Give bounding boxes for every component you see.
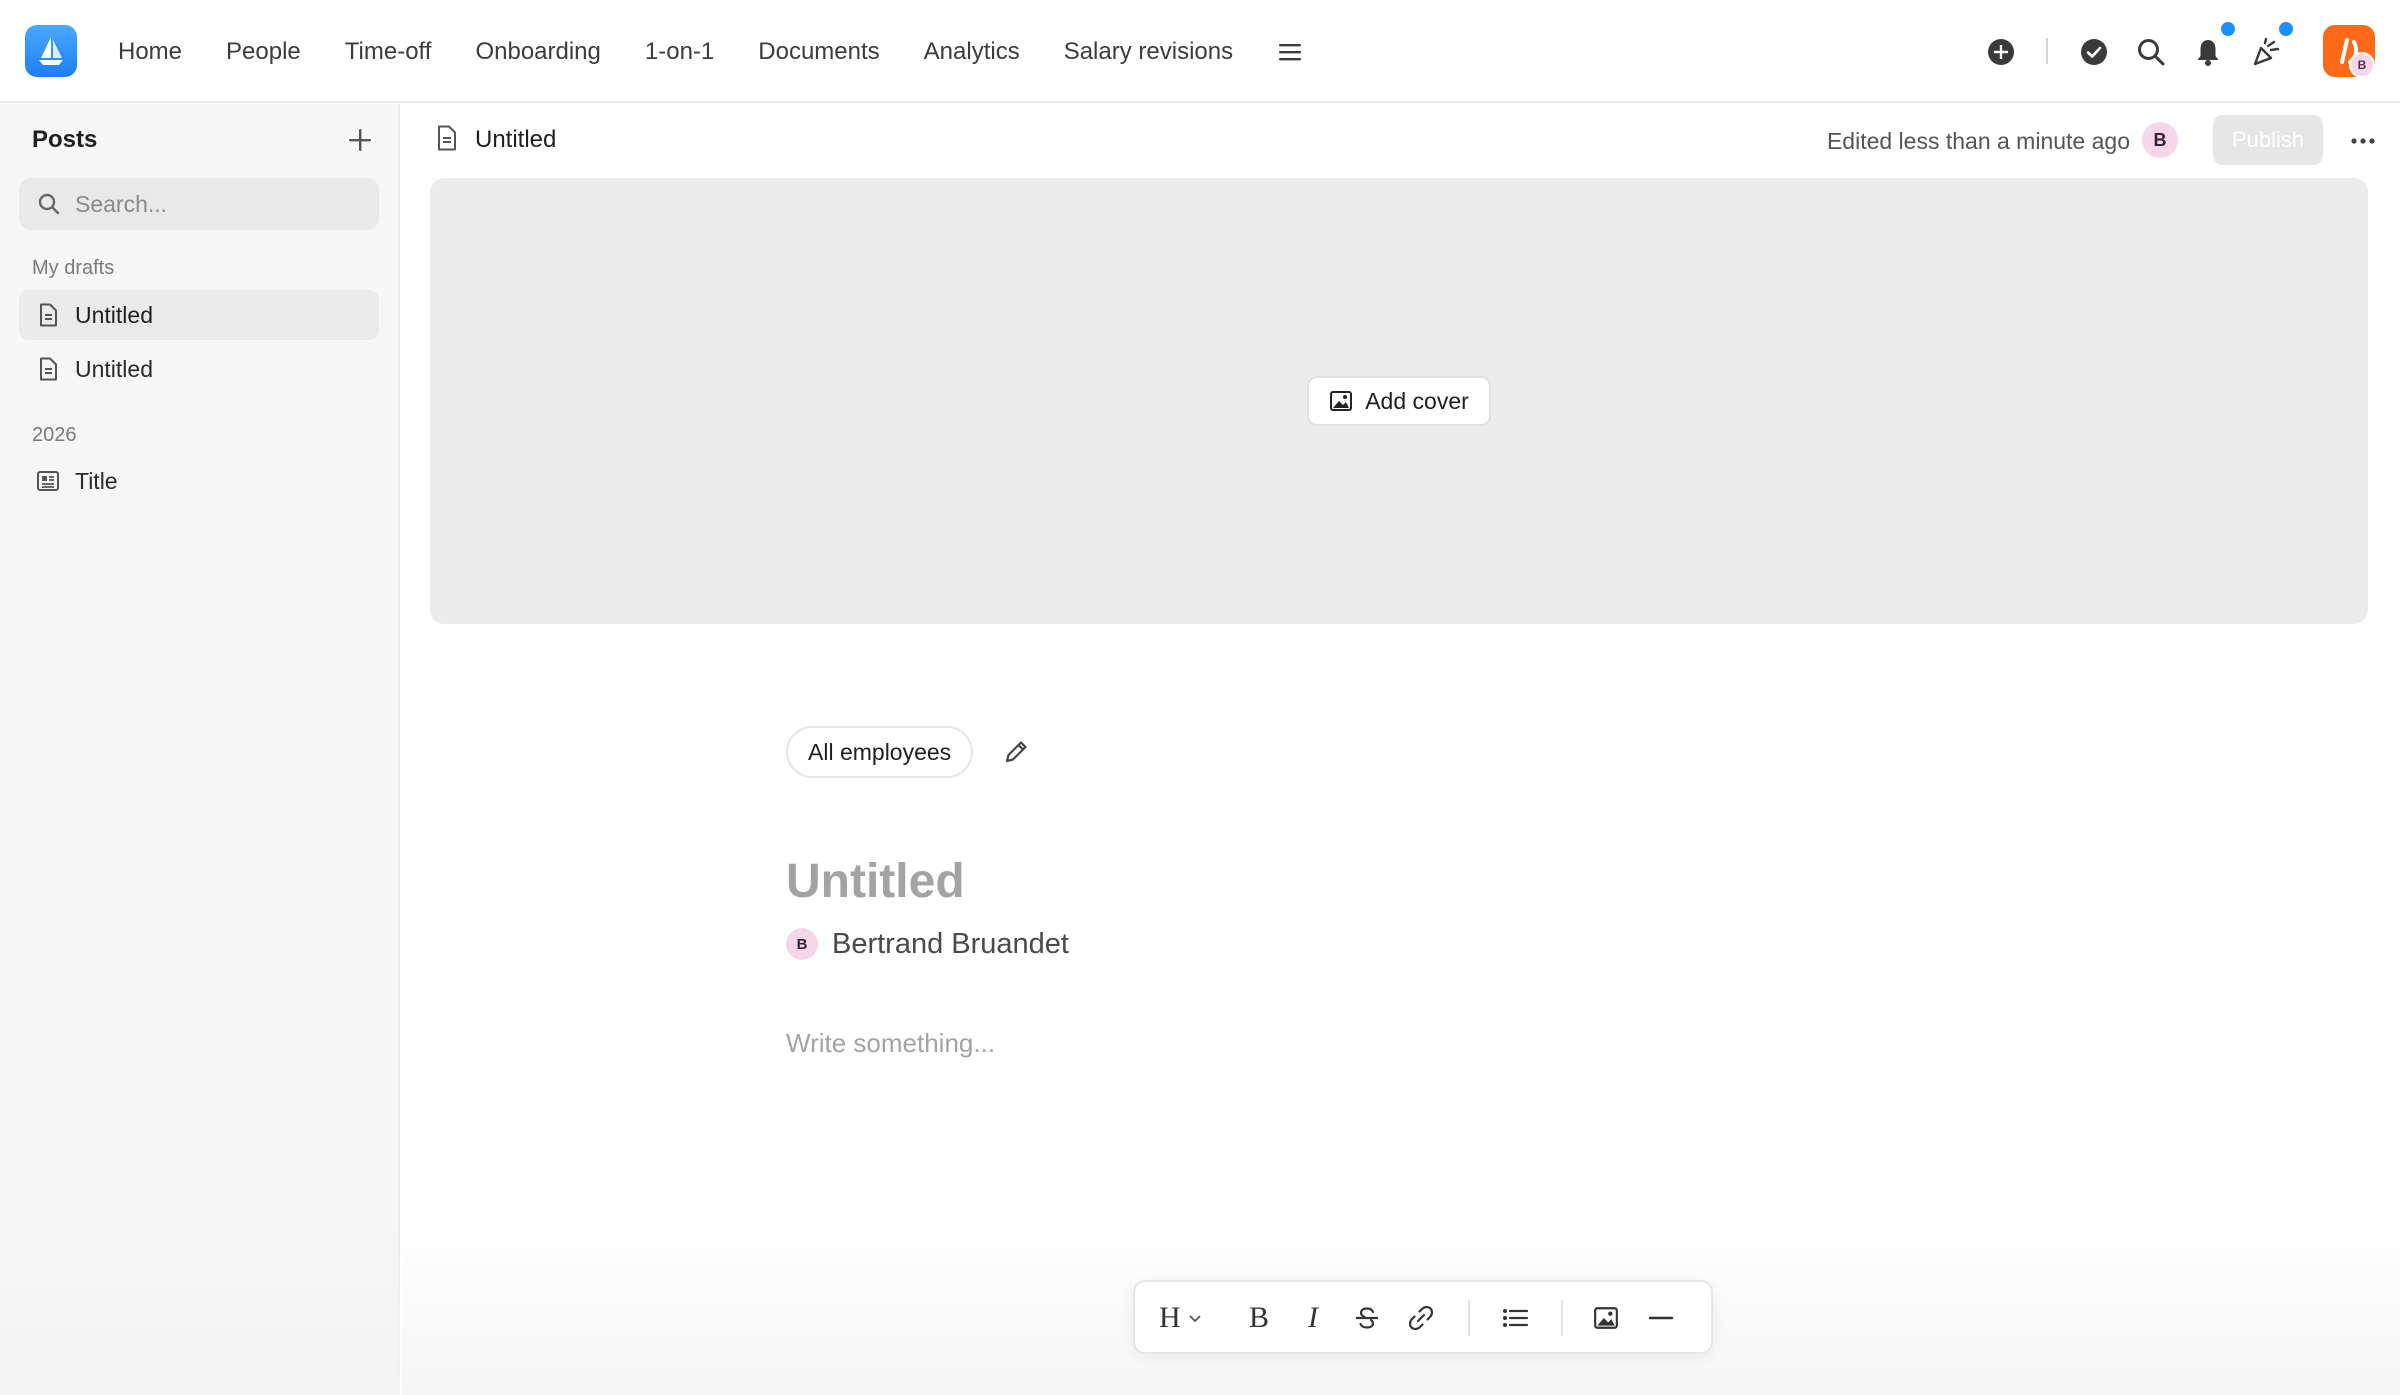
user-avatar[interactable]: B (2349, 52, 2375, 78)
edited-status: Edited less than a minute ago (1826, 128, 2130, 154)
search-input[interactable] (75, 190, 355, 218)
divider-icon[interactable] (1644, 1301, 1678, 1335)
author-avatar: B (786, 928, 818, 960)
nav-onboarding[interactable]: Onboarding (453, 38, 622, 66)
document-icon (40, 303, 57, 327)
nav-documents[interactable]: Documents (736, 38, 901, 66)
add-post-button[interactable] (344, 124, 376, 156)
link-icon[interactable] (1404, 1301, 1438, 1335)
image-icon (1330, 391, 1353, 411)
document-title: Untitled (475, 126, 557, 153)
italic-icon[interactable]: I (1296, 1301, 1330, 1335)
chevron-down-icon (1189, 1315, 1201, 1323)
publish-button[interactable]: Publish (2213, 115, 2323, 165)
plus-circle-icon[interactable] (1985, 36, 2017, 68)
notification-dot (2221, 22, 2235, 36)
sidebar-item-draft[interactable]: Untitled (19, 290, 379, 340)
check-circle-icon[interactable] (2078, 36, 2110, 68)
image-icon[interactable] (1589, 1301, 1623, 1335)
more-options-icon[interactable] (2346, 124, 2380, 158)
editor-avatar[interactable]: B (2142, 122, 2178, 158)
nav-salary-revisions[interactable]: Salary revisions (1042, 38, 1255, 66)
main-nav: Home People Time-off Onboarding 1-on-1 D… (96, 0, 1303, 103)
company-logo[interactable] (25, 25, 77, 77)
post-title-input[interactable]: Untitled (786, 854, 965, 909)
add-cover-button[interactable]: Add cover (1307, 376, 1491, 426)
italic-glyph: I (1308, 1301, 1318, 1334)
audience-chip[interactable]: All employees (786, 726, 974, 778)
bell-icon[interactable] (2192, 36, 2224, 68)
bold-glyph: B (1248, 1301, 1269, 1334)
plus-icon (349, 129, 371, 151)
post-body-editor[interactable]: Write something... (786, 1028, 995, 1059)
divider (2046, 38, 2048, 64)
newspaper-icon (37, 471, 59, 491)
document-icon (40, 357, 57, 381)
sidebar-item-label: Title (75, 467, 118, 494)
bullet-list-icon[interactable] (1498, 1301, 1532, 1335)
author-name: Bertrand Bruandet (832, 928, 1069, 960)
nav-1-on-1[interactable]: 1-on-1 (623, 38, 736, 66)
heading-glyph: H (1159, 1301, 1181, 1334)
sailboat-icon (39, 37, 63, 65)
sidebar-fade (0, 1220, 400, 1395)
celebration-icon[interactable] (2250, 36, 2282, 68)
document-icon (434, 124, 460, 152)
top-navigation-bar: Home People Time-off Onboarding 1-on-1 D… (0, 0, 2400, 103)
pencil-icon[interactable] (1000, 736, 1032, 768)
strikethrough-icon[interactable] (1350, 1301, 1384, 1335)
sidebar-title: Posts (32, 126, 98, 153)
search-icon (38, 193, 60, 215)
formatting-toolbar: H B I (1133, 1280, 1713, 1354)
posts-sidebar: Posts My drafts Untitled Untitled 2026 T… (0, 104, 400, 1395)
cover-area: Add cover (430, 178, 2368, 624)
nav-people[interactable]: People (204, 38, 323, 66)
sidebar-item-post[interactable]: Title (19, 456, 379, 506)
sidebar-search[interactable] (19, 178, 379, 230)
toolbar-divider (1561, 1300, 1563, 1336)
sidebar-item-label: Untitled (75, 355, 153, 382)
nav-time-off[interactable]: Time-off (323, 38, 454, 66)
hamburger-icon[interactable] (1277, 41, 1303, 63)
sidebar-item-label: Untitled (75, 301, 153, 328)
nav-analytics[interactable]: Analytics (902, 38, 1042, 66)
notification-dot (2279, 22, 2293, 36)
toolbar-divider (1468, 1300, 1470, 1336)
heading-icon[interactable]: H (1159, 1301, 1215, 1335)
sidebar-item-draft[interactable]: Untitled (19, 344, 379, 394)
section-label-drafts: My drafts (32, 257, 115, 279)
document-header: Untitled Edited less than a minute ago B… (402, 104, 2400, 176)
add-cover-label: Add cover (1365, 387, 1469, 414)
bold-icon[interactable]: B (1242, 1301, 1276, 1335)
search-icon[interactable] (2135, 36, 2167, 68)
nav-home[interactable]: Home (96, 38, 204, 66)
section-label-year: 2026 (32, 424, 77, 446)
